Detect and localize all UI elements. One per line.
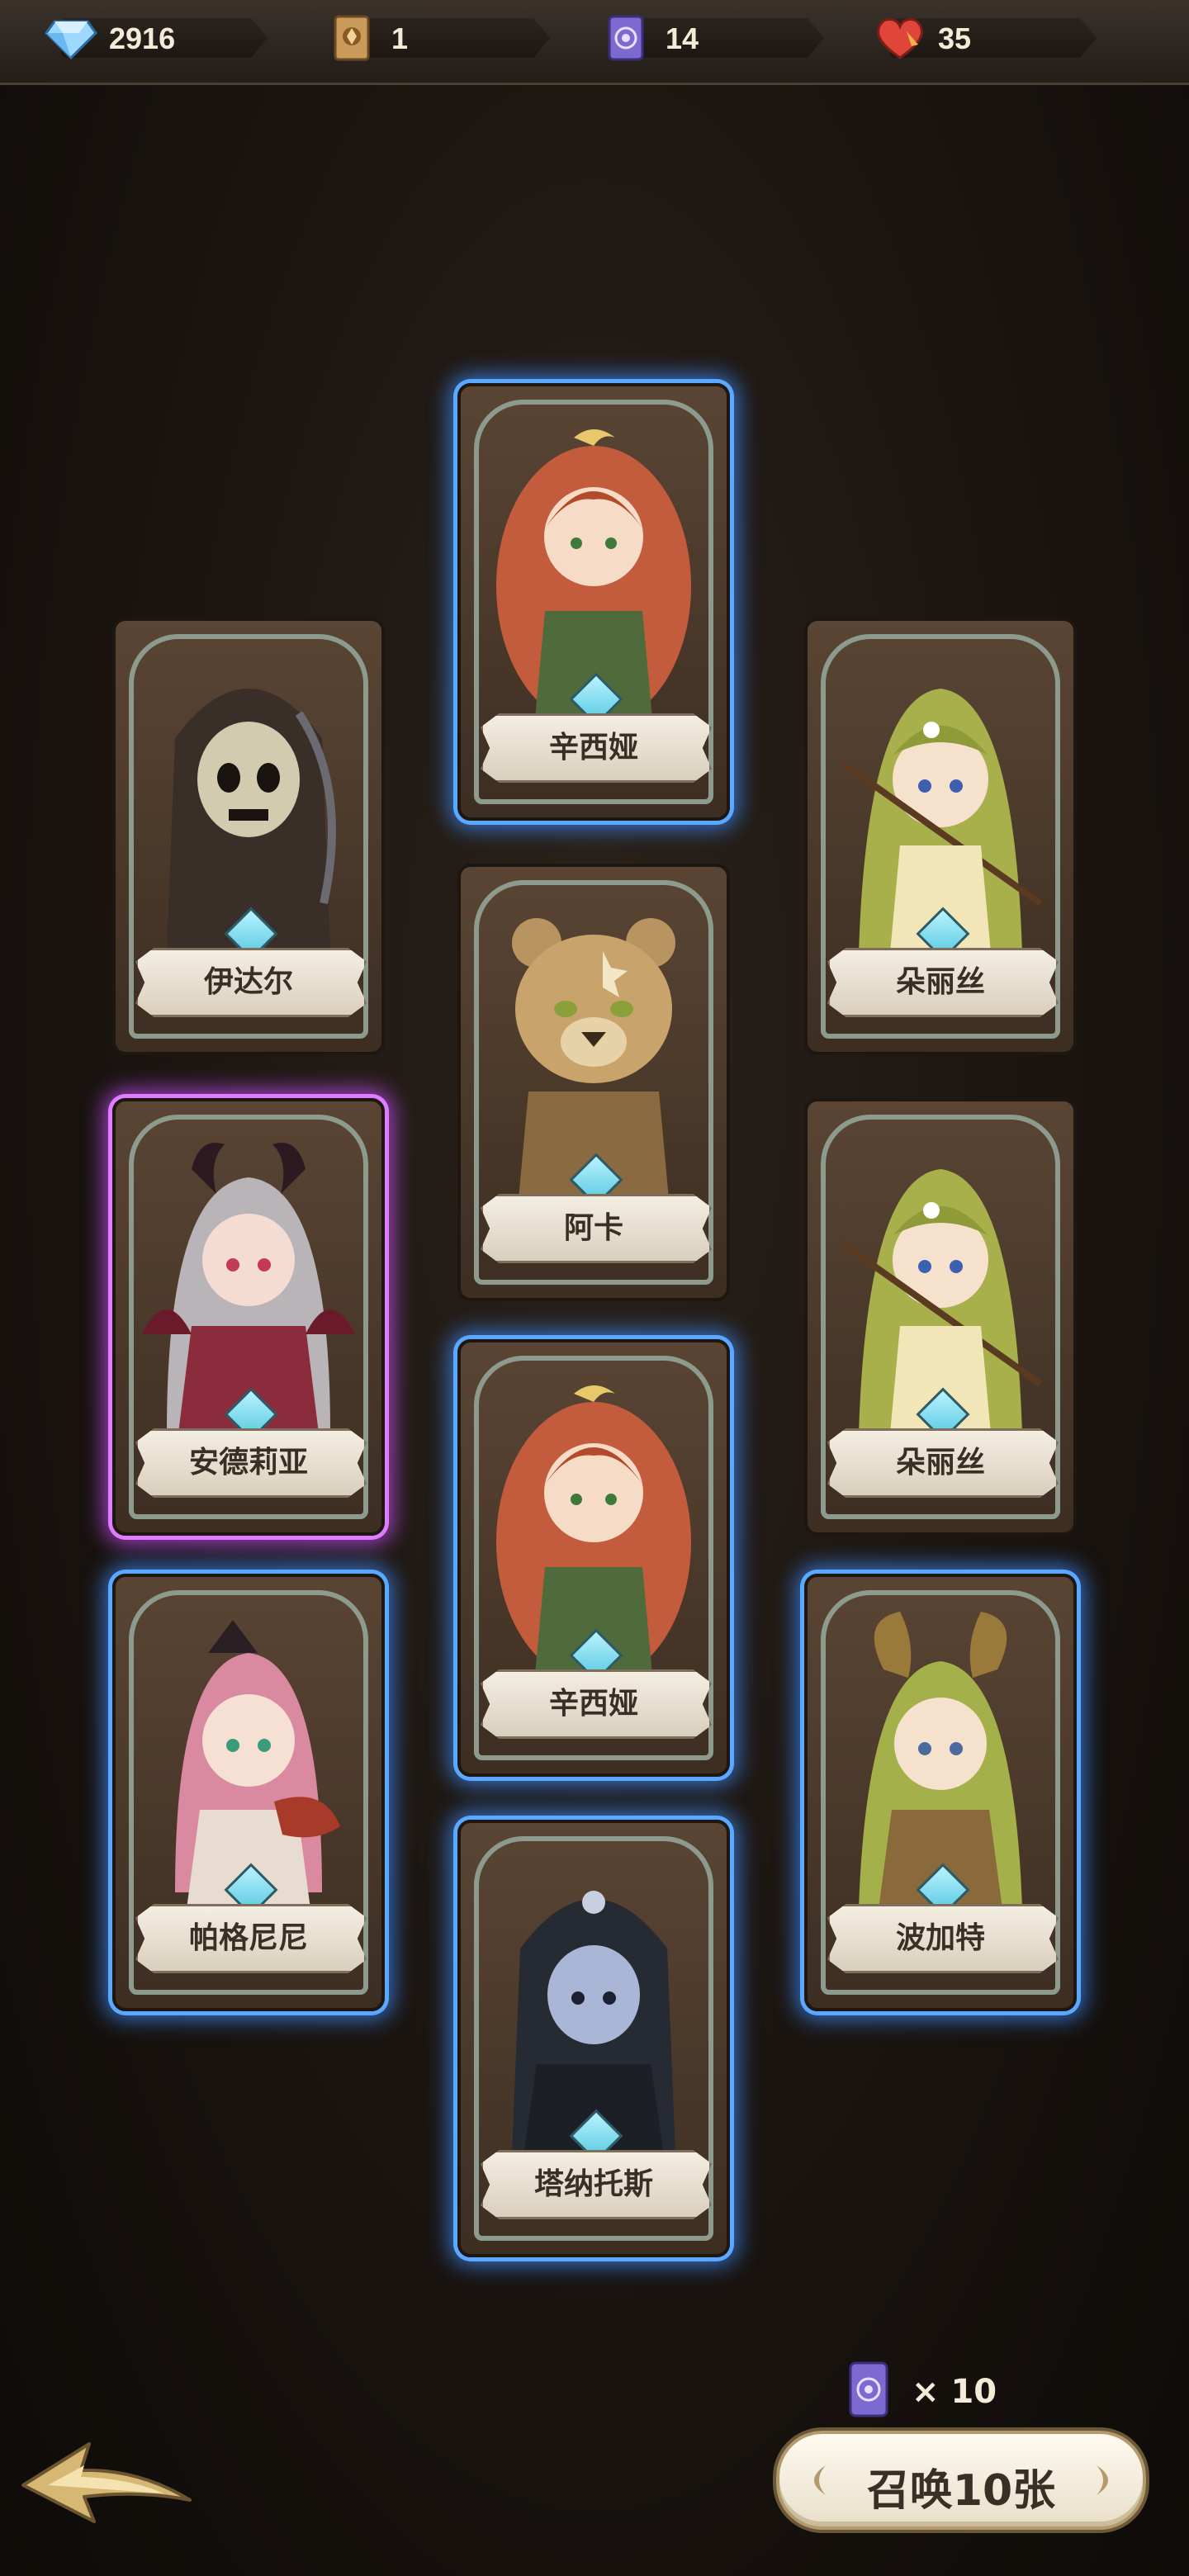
hero-card[interactable]: 朵丽丝: [804, 1098, 1077, 1536]
hero-card[interactable]: 帕格尼尼: [112, 1574, 385, 2011]
summon-cost-quantity: × 10: [912, 2373, 997, 2411]
diamond-counter[interactable]: 2916: [45, 15, 268, 61]
hero-name: 辛西娅: [548, 1687, 638, 1721]
heart-count: 35: [938, 21, 972, 55]
hero-name: 朵丽丝: [895, 1446, 985, 1480]
hero-name: 伊达尔: [203, 965, 293, 999]
hero-name: 帕格尼尼: [188, 1921, 308, 1955]
hero-card[interactable]: 波加特: [804, 1574, 1077, 2011]
summon-button-label: 召唤10张: [866, 2466, 1056, 2516]
back-arrow-icon[interactable]: [15, 2436, 197, 2526]
summon-cost: × 10: [846, 2360, 1011, 2426]
hero-card[interactable]: 塔纳托斯: [457, 1820, 730, 2257]
summon-ticket-icon: [608, 15, 644, 61]
hero-name: 安德莉亚: [188, 1446, 308, 1480]
diamond-icon: [45, 20, 97, 60]
summon-10-button[interactable]: 召唤10张: [776, 2431, 1146, 2530]
hero-name: 塔纳托斯: [533, 2167, 653, 2201]
heart-counter[interactable]: 35: [874, 15, 1097, 61]
hero-card[interactable]: 阿卡: [457, 864, 730, 1301]
hero-name: 辛西娅: [548, 731, 638, 765]
hero-card[interactable]: 安德莉亚: [112, 1098, 385, 1536]
hero-card[interactable]: 辛西娅: [457, 383, 730, 821]
hero-card[interactable]: 朵丽丝: [804, 618, 1077, 1055]
summon-ticket-counter[interactable]: 14: [601, 15, 824, 61]
hero-name: 朵丽丝: [895, 965, 985, 999]
hero-name: 阿卡: [563, 1211, 623, 1245]
scroll-count: 1: [391, 21, 409, 55]
resource-bar: 2916 1 14 35: [0, 0, 1189, 85]
scroll-counter[interactable]: 1: [327, 15, 550, 61]
summon-ticket-count: 14: [666, 21, 699, 55]
diamond-count: 2916: [109, 21, 176, 55]
hero-card[interactable]: 伊达尔: [112, 618, 385, 1055]
hero-name: 波加特: [895, 1921, 985, 1955]
summon-ticket-icon: [849, 2361, 888, 2417]
button-ornament-icon: [1097, 2465, 1108, 2495]
hero-card[interactable]: 辛西娅: [457, 1339, 730, 1777]
scroll-icon: [334, 15, 370, 61]
heart-icon: [877, 18, 923, 59]
